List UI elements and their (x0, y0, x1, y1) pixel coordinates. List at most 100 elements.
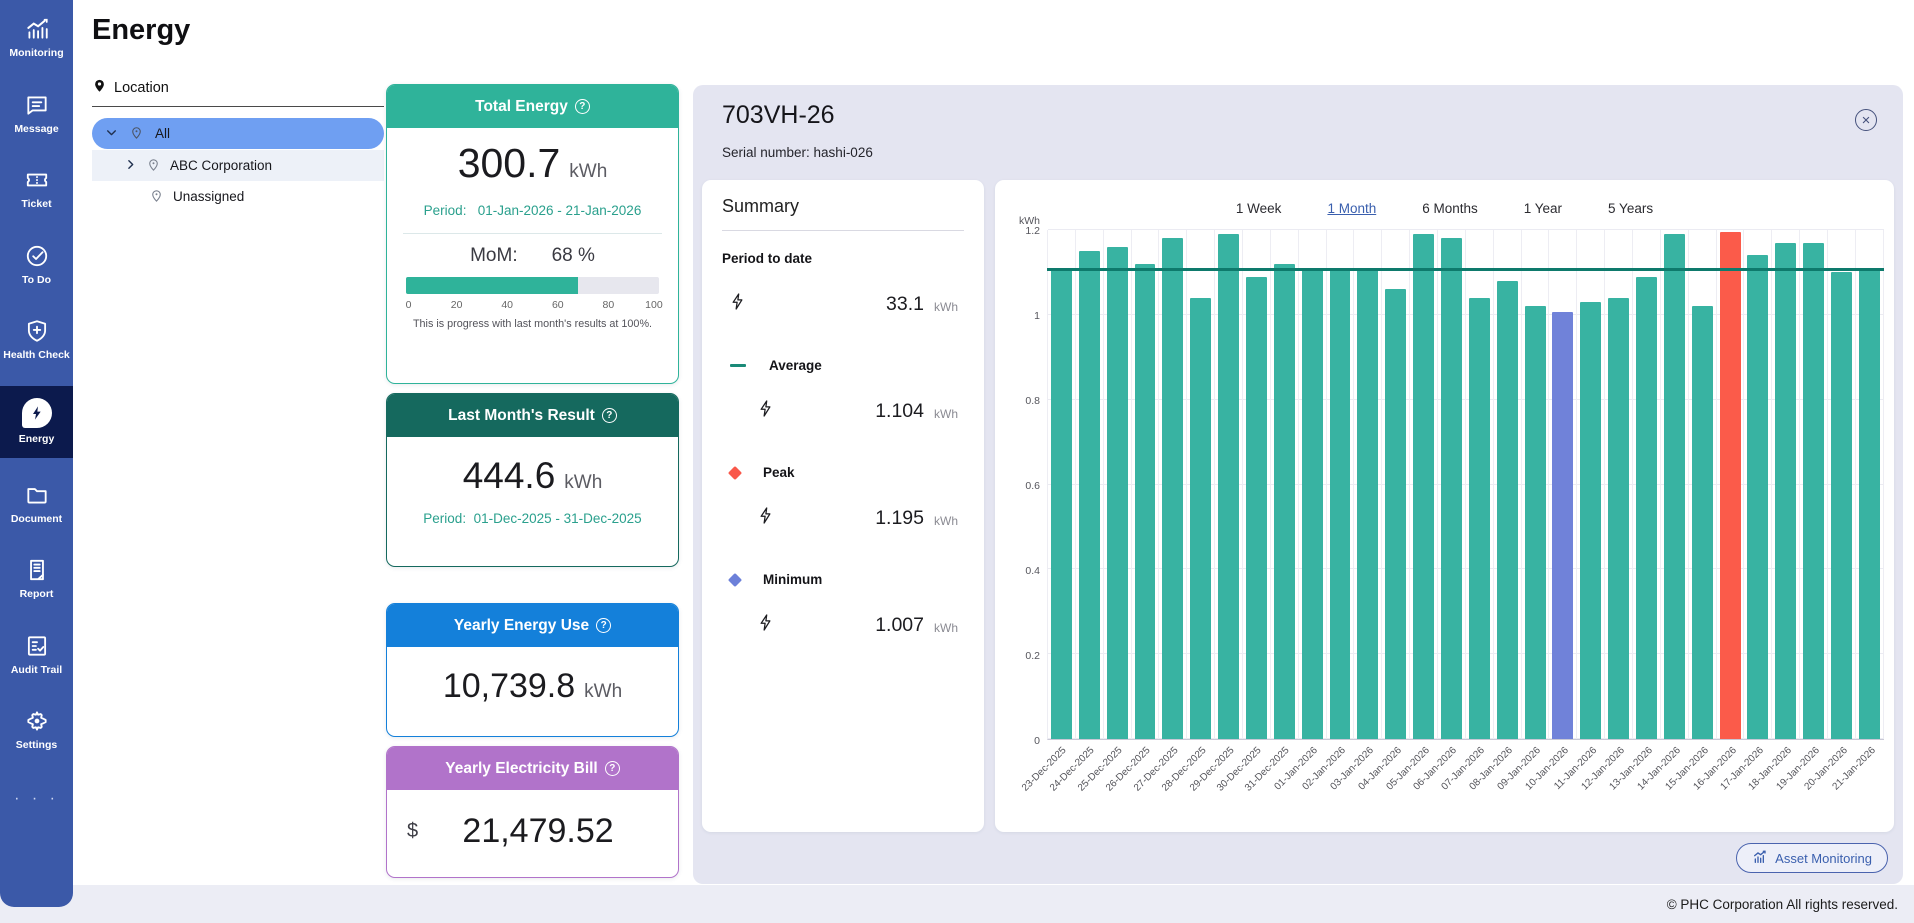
chart-x-axis: 23-Dec-202524-Dec-202525-Dec-202526-Dec-… (1047, 740, 1884, 804)
bar[interactable] (1330, 268, 1351, 739)
sidebar-item-audit-trail[interactable]: Audit Trail (0, 625, 73, 685)
bar[interactable] (1608, 298, 1629, 739)
sidebar-label: Report (20, 588, 54, 601)
bar[interactable] (1441, 238, 1462, 739)
sidebar-item-energy[interactable]: Energy (0, 386, 73, 458)
tree-item-all[interactable]: All (92, 118, 384, 149)
tab-1-month[interactable]: 1 Month (1327, 201, 1376, 216)
sidebar-item-ticket[interactable]: Ticket (0, 159, 73, 219)
chevron-right-icon[interactable] (124, 158, 137, 174)
sidebar-item-settings[interactable]: Settings (0, 700, 73, 760)
bar[interactable] (1692, 306, 1713, 739)
bar[interactable] (1357, 268, 1378, 739)
help-icon[interactable]: ? (602, 408, 617, 423)
bar[interactable] (1274, 264, 1295, 739)
sidebar-item-report[interactable]: Report (0, 549, 73, 609)
bar-slot[interactable] (1271, 230, 1299, 739)
bar-slot[interactable] (1382, 230, 1410, 739)
bar[interactable] (1859, 268, 1880, 739)
bar-slot[interactable] (1800, 230, 1828, 739)
sidebar-item-message[interactable]: Message (0, 84, 73, 144)
bar[interactable] (1302, 268, 1323, 739)
bar[interactable] (1664, 234, 1685, 739)
bar-slot[interactable] (1549, 230, 1577, 739)
bar-slot[interactable] (1828, 230, 1856, 739)
bar[interactable] (1803, 243, 1824, 739)
bar-slot[interactable] (1744, 230, 1772, 739)
sidebar-label: Health Check (3, 349, 70, 362)
bar[interactable] (1580, 302, 1601, 739)
bar-slot[interactable] (1048, 230, 1076, 739)
bar[interactable] (1552, 312, 1573, 739)
bar-slot[interactable] (1410, 230, 1438, 739)
bar[interactable] (1162, 238, 1183, 739)
bar-slot[interactable] (1466, 230, 1494, 739)
bar-slot[interactable] (1132, 230, 1160, 739)
bolt-icon (756, 613, 775, 637)
help-icon[interactable]: ? (605, 761, 620, 776)
bar-slot[interactable] (1772, 230, 1800, 739)
bar[interactable] (1831, 272, 1852, 739)
bar-slot[interactable] (1633, 230, 1661, 739)
bar-slot[interactable] (1159, 230, 1187, 739)
bar-slot[interactable] (1187, 230, 1215, 739)
asset-monitoring-button[interactable]: Asset Monitoring (1736, 843, 1888, 873)
bar-slot[interactable] (1354, 230, 1382, 739)
bar[interactable] (1190, 298, 1211, 739)
bar[interactable] (1720, 232, 1741, 739)
bar-slot[interactable] (1689, 230, 1717, 739)
copyright-text: © PHC Corporation All rights reserved. (1667, 897, 1898, 912)
bars-layer (1048, 230, 1884, 739)
tab-1-week[interactable]: 1 Week (1236, 201, 1282, 216)
bar[interactable] (1497, 281, 1518, 739)
sidebar-item-todo[interactable]: To Do (0, 235, 73, 295)
x-tick-label: 21-Jan-2026 (1856, 740, 1884, 804)
bar-slot[interactable] (1605, 230, 1633, 739)
sidebar-item-monitoring[interactable]: Monitoring (0, 8, 73, 68)
help-icon[interactable]: ? (575, 99, 590, 114)
bar-slot[interactable] (1327, 230, 1355, 739)
bar[interactable] (1079, 251, 1100, 739)
sidebar-item-document[interactable]: Document (0, 474, 73, 534)
tree-item-unassigned[interactable]: Unassigned (92, 181, 384, 212)
bar[interactable] (1107, 247, 1128, 739)
bar-slot[interactable] (1076, 230, 1104, 739)
bar[interactable] (1218, 234, 1239, 739)
bar[interactable] (1413, 234, 1434, 739)
help-icon[interactable]: ? (596, 618, 611, 633)
bar[interactable] (1385, 289, 1406, 739)
bar-slot[interactable] (1494, 230, 1522, 739)
bar-slot[interactable] (1856, 230, 1884, 739)
bar[interactable] (1469, 298, 1490, 739)
average-legend: Average (722, 358, 964, 373)
bar[interactable] (1246, 277, 1267, 739)
bar-slot[interactable] (1299, 230, 1327, 739)
location-header-label: Location (114, 80, 169, 96)
bar[interactable] (1525, 306, 1546, 739)
bar-slot[interactable] (1215, 230, 1243, 739)
chart-plot (1047, 230, 1884, 740)
y-tick-label: 0.2 (1025, 650, 1040, 662)
bar-slot[interactable] (1522, 230, 1550, 739)
tab-1-year[interactable]: 1 Year (1524, 201, 1562, 216)
close-icon[interactable]: × (1855, 109, 1877, 131)
sidebar-item-health-check[interactable]: Health Check (0, 310, 73, 370)
range-tabs: 1 Week 1 Month 6 Months 1 Year 5 Years (995, 201, 1894, 216)
bar-chart: kWh 00.20.40.60.811.2 23-Dec-202524-Dec-… (1007, 230, 1884, 804)
bar[interactable] (1775, 243, 1796, 739)
bar-slot[interactable] (1104, 230, 1132, 739)
bar-slot[interactable] (1661, 230, 1689, 739)
tab-6-months[interactable]: 6 Months (1422, 201, 1478, 216)
tab-5-years[interactable]: 5 Years (1608, 201, 1653, 216)
chevron-down-icon[interactable] (105, 126, 118, 142)
sidebar-more-button[interactable]: · · · (0, 790, 73, 808)
bar[interactable] (1051, 268, 1072, 739)
bar[interactable] (1135, 264, 1156, 739)
bar[interactable] (1747, 255, 1768, 739)
bar-slot[interactable] (1243, 230, 1271, 739)
bar[interactable] (1636, 277, 1657, 739)
tree-item-abc-corporation[interactable]: ABC Corporation (92, 150, 384, 181)
bar-slot[interactable] (1438, 230, 1466, 739)
bar-slot[interactable] (1577, 230, 1605, 739)
bar-slot[interactable] (1717, 230, 1745, 739)
